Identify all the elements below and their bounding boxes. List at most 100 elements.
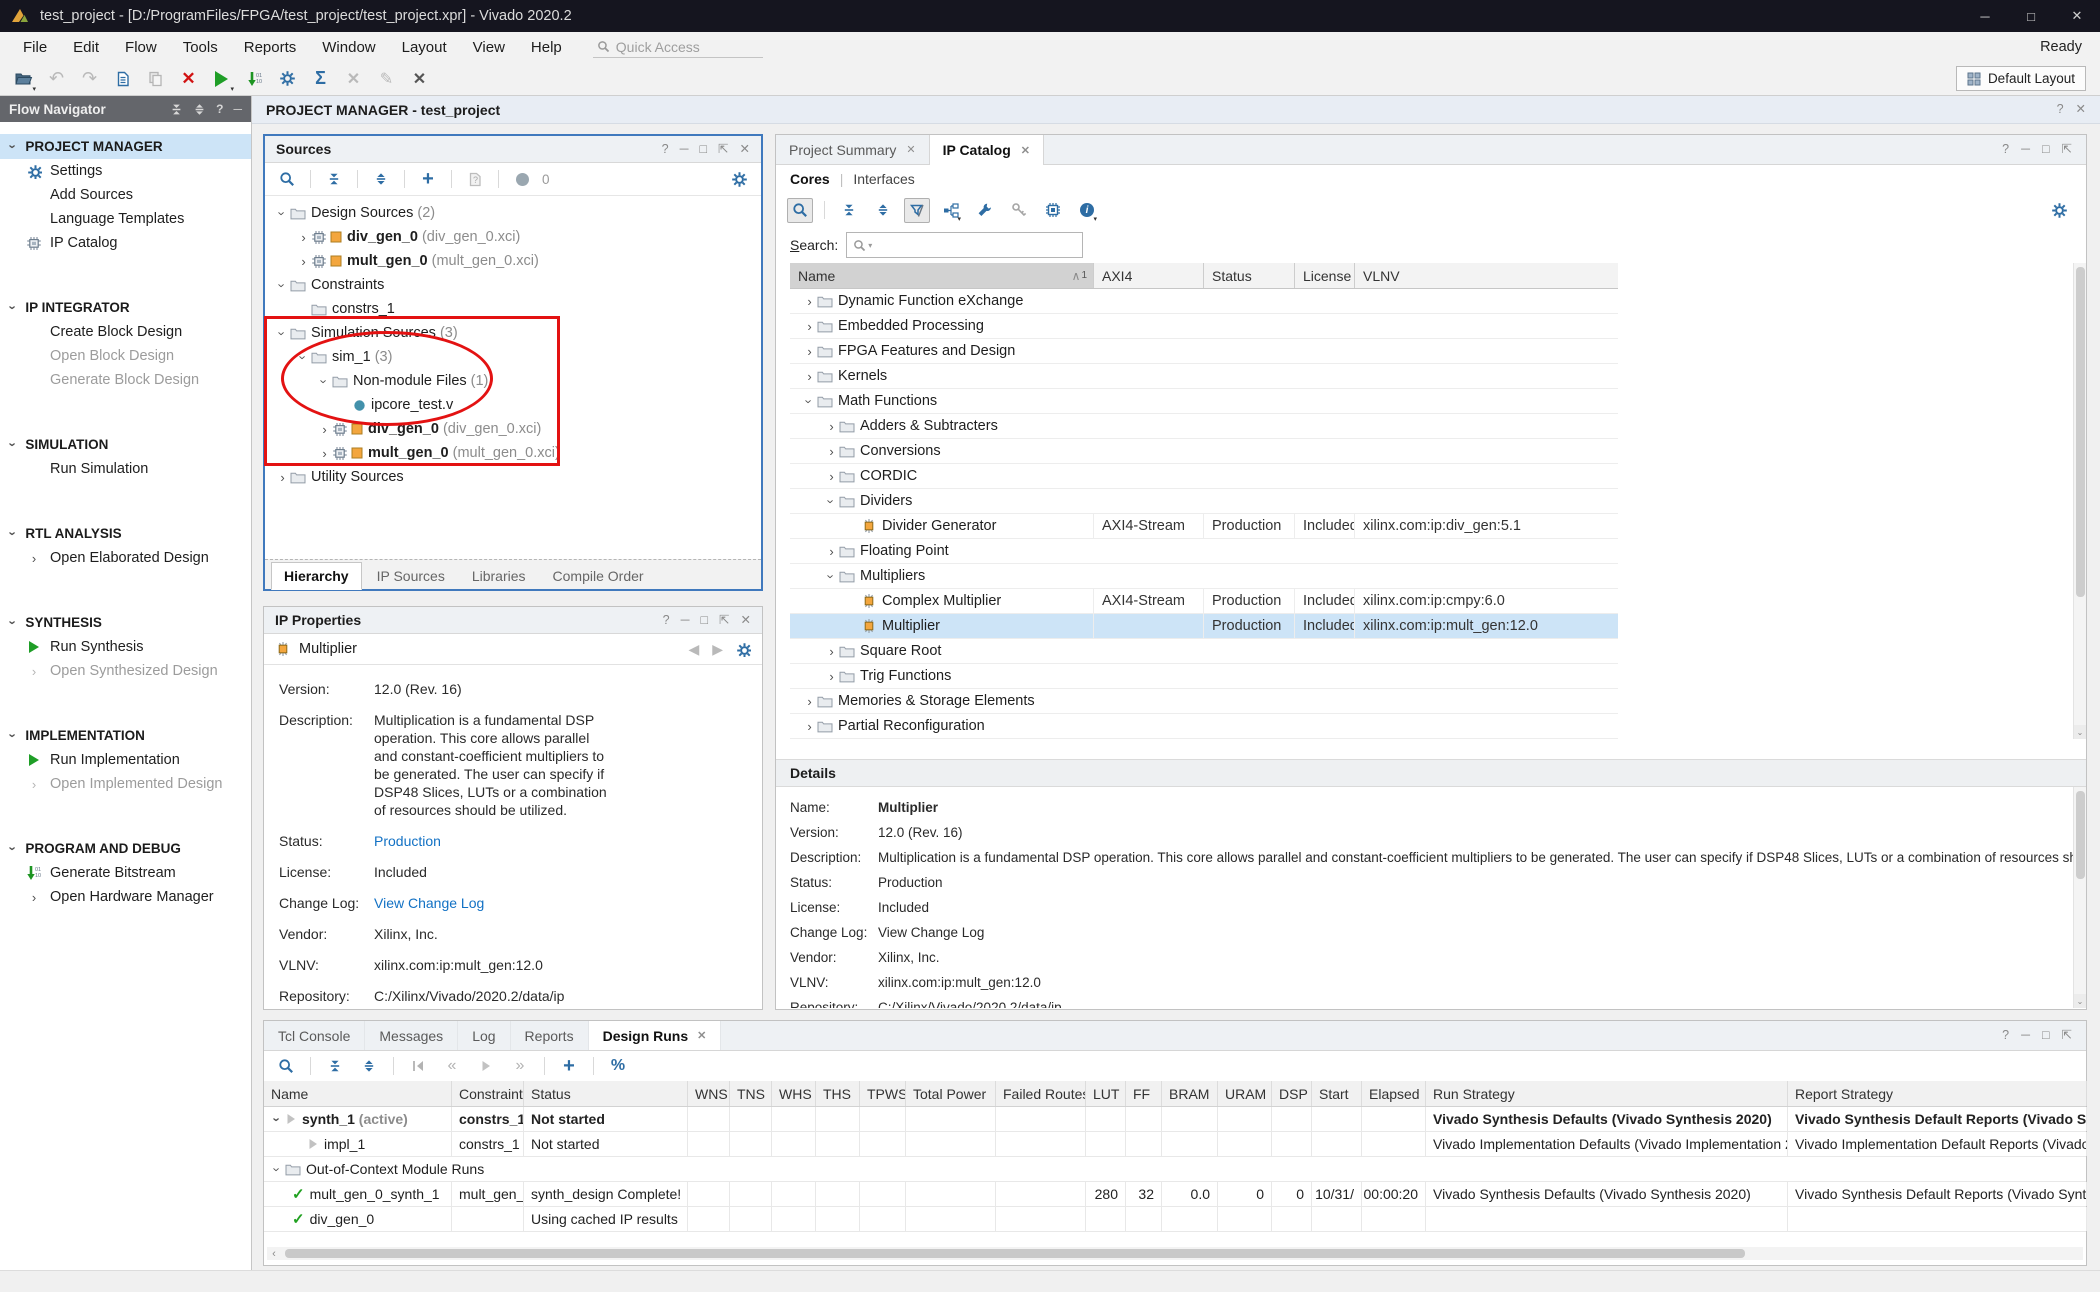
cancel-button[interactable]: ✕ <box>338 65 369 93</box>
design-run-row[interactable]: ›synth_1 (active)constrs_1Not startedViv… <box>264 1107 2086 1132</box>
minimize-icon[interactable]: ─ <box>2021 143 2030 156</box>
sidebar-item-ip-catalog[interactable]: IP Catalog <box>0 231 251 255</box>
sidebar-item-open-block-design[interactable]: Open Block Design <box>0 344 251 368</box>
column-header-tpws[interactable]: TPWS <box>860 1081 906 1106</box>
sidebar-item-open-implemented-design[interactable]: ›Open Implemented Design <box>0 772 251 796</box>
chevron-right-icon[interactable]: › <box>802 345 817 358</box>
float-icon[interactable]: ⇱ <box>2062 143 2072 156</box>
property-link[interactable]: View Change Log <box>374 894 611 912</box>
chevron-right-icon[interactable]: › <box>802 370 817 383</box>
license-button[interactable] <box>1006 198 1032 223</box>
help-icon[interactable]: ? <box>663 614 670 627</box>
minimize-icon[interactable]: ─ <box>233 103 242 115</box>
catalog-row[interactable]: ›Floating Point <box>790 539 1618 564</box>
menu-layout[interactable]: Layout <box>389 34 460 61</box>
tab-tcl-console[interactable]: Tcl Console <box>264 1021 365 1050</box>
compatible-families-button[interactable] <box>1040 198 1066 223</box>
minimize-icon[interactable]: ─ <box>2021 1029 2030 1042</box>
subtab-cores[interactable]: Cores <box>790 171 830 187</box>
maximize-icon[interactable]: □ <box>2042 143 2050 156</box>
settings-button[interactable] <box>272 65 303 93</box>
tab-messages[interactable]: Messages <box>365 1021 458 1050</box>
column-header-total_power[interactable]: Total Power <box>906 1081 996 1106</box>
help-icon[interactable]: ? <box>216 103 223 115</box>
sidebar-item-open-synthesized-design[interactable]: ›Open Synthesized Design <box>0 659 251 683</box>
float-icon[interactable]: ⇱ <box>718 143 728 156</box>
tab-hierarchy[interactable]: Hierarchy <box>271 562 362 590</box>
menu-help[interactable]: Help <box>518 34 575 61</box>
help-icon[interactable]: ? <box>2002 1029 2009 1042</box>
quick-access-search[interactable] <box>593 37 763 58</box>
close-icon[interactable]: ✕ <box>740 143 750 156</box>
chevron-right-icon[interactable]: › <box>824 420 839 433</box>
menu-flow[interactable]: Flow <box>112 34 170 61</box>
quick-access-input[interactable] <box>616 39 744 55</box>
column-header-name[interactable]: Name <box>264 1081 452 1106</box>
sidebar-item-language-templates[interactable]: Language Templates <box>0 207 251 231</box>
catalog-row[interactable]: ›CORDIC <box>790 464 1618 489</box>
catalog-row[interactable]: ›Dynamic Function eXchange <box>790 289 1618 314</box>
maximize-icon[interactable]: □ <box>700 614 708 627</box>
column-header-bram[interactable]: BRAM <box>1162 1081 1218 1106</box>
forward-icon[interactable]: ▶ <box>712 641 723 658</box>
column-header-ff[interactable]: FF <box>1126 1081 1162 1106</box>
column-header-failed_routes[interactable]: Failed Routes <box>996 1081 1086 1106</box>
tab-project-summary[interactable]: Project Summary✕ <box>776 135 929 164</box>
go-to-start-button[interactable] <box>405 1054 431 1079</box>
help-icon[interactable]: ? <box>2002 143 2009 156</box>
catalog-row[interactable]: ›Trig Functions <box>790 664 1618 689</box>
help-icon[interactable]: ? <box>662 143 669 156</box>
column-header-dsp[interactable]: DSP <box>1272 1081 1312 1106</box>
menu-edit[interactable]: Edit <box>60 34 112 61</box>
catalog-row[interactable]: ›Kernels <box>790 364 1618 389</box>
help-icon[interactable]: ? <box>2057 103 2064 116</box>
chevron-right-icon[interactable]: › <box>296 255 311 268</box>
column-header-lut[interactable]: LUT <box>1086 1081 1126 1106</box>
column-header-wns[interactable]: WNS <box>688 1081 730 1106</box>
expand-all-icon[interactable] <box>193 103 206 116</box>
create-runs-button[interactable]: + <box>556 1054 582 1079</box>
generate-bitstream-button[interactable]: 0110 <box>239 65 270 93</box>
open-project-button[interactable]: ▾ <box>8 65 39 93</box>
column-header-whs[interactable]: WHS <box>772 1081 816 1106</box>
float-icon[interactable]: ⇱ <box>719 614 729 627</box>
chevron-right-icon[interactable]: › <box>802 295 817 308</box>
show-questionable-button[interactable]: ? <box>462 167 488 192</box>
sidebar-item-run-synthesis[interactable]: Run Synthesis <box>0 635 251 659</box>
nav-section-header[interactable]: ›PROJECT MANAGER <box>0 134 251 159</box>
scroll-down-icon[interactable]: ⌄ <box>2074 725 2086 739</box>
catalog-row[interactable]: ›Math Functions <box>790 389 1618 414</box>
copy-button[interactable] <box>140 65 171 93</box>
scrollbar-thumb[interactable] <box>2076 267 2085 597</box>
property-link[interactable]: Production <box>878 874 943 891</box>
tree-item[interactable]: ›div_gen_0 (div_gen_0.xci) <box>265 225 761 249</box>
float-icon[interactable]: ⇱ <box>2062 1029 2072 1042</box>
design-run-row[interactable]: ✓div_gen_0Using cached IP results <box>264 1207 2086 1232</box>
catalog-row[interactable]: ›Adders & Subtracters <box>790 414 1618 439</box>
settings-button[interactable] <box>2046 198 2072 223</box>
design-run-row[interactable]: ›Out-of-Context Module Runs <box>264 1157 2086 1182</box>
tab-close-icon[interactable]: ✕ <box>1021 144 1030 157</box>
design-run-row[interactable]: ✓mult_gen_0_synth_1mult_gen_0synth_desig… <box>264 1182 2086 1207</box>
scroll-down-icon[interactable]: ⌄ <box>2074 994 2086 1008</box>
column-header-license[interactable]: License <box>1294 263 1354 288</box>
tree-item[interactable]: ›Constraints <box>265 273 761 297</box>
chevron-down-icon[interactable]: › <box>270 1163 285 1176</box>
minimize-icon[interactable]: ─ <box>680 143 689 156</box>
tree-item[interactable]: ›Design Sources (2) <box>265 201 761 225</box>
collapse-all-icon[interactable] <box>170 103 183 116</box>
chevron-right-icon[interactable]: › <box>802 695 817 708</box>
maximize-icon[interactable]: □ <box>699 143 707 156</box>
nav-section-header[interactable]: ›PROGRAM AND DEBUG <box>0 836 251 861</box>
tab-close-icon[interactable]: ✕ <box>697 1029 706 1042</box>
column-header-status[interactable]: Status <box>524 1081 688 1106</box>
sidebar-item-create-block-design[interactable]: Create Block Design <box>0 320 251 344</box>
maximize-icon[interactable]: □ <box>2042 1029 2050 1042</box>
menu-file[interactable]: File <box>10 34 60 61</box>
scroll-left-icon[interactable]: ‹ <box>267 1248 281 1260</box>
nav-section-header[interactable]: ›RTL ANALYSIS <box>0 521 251 546</box>
column-header-ths[interactable]: THS <box>816 1081 860 1106</box>
catalog-scrollbar[interactable]: ⌄ <box>2073 263 2086 739</box>
nav-section-header[interactable]: ›IP INTEGRATOR <box>0 295 251 320</box>
chevron-down-icon[interactable]: › <box>824 570 839 583</box>
